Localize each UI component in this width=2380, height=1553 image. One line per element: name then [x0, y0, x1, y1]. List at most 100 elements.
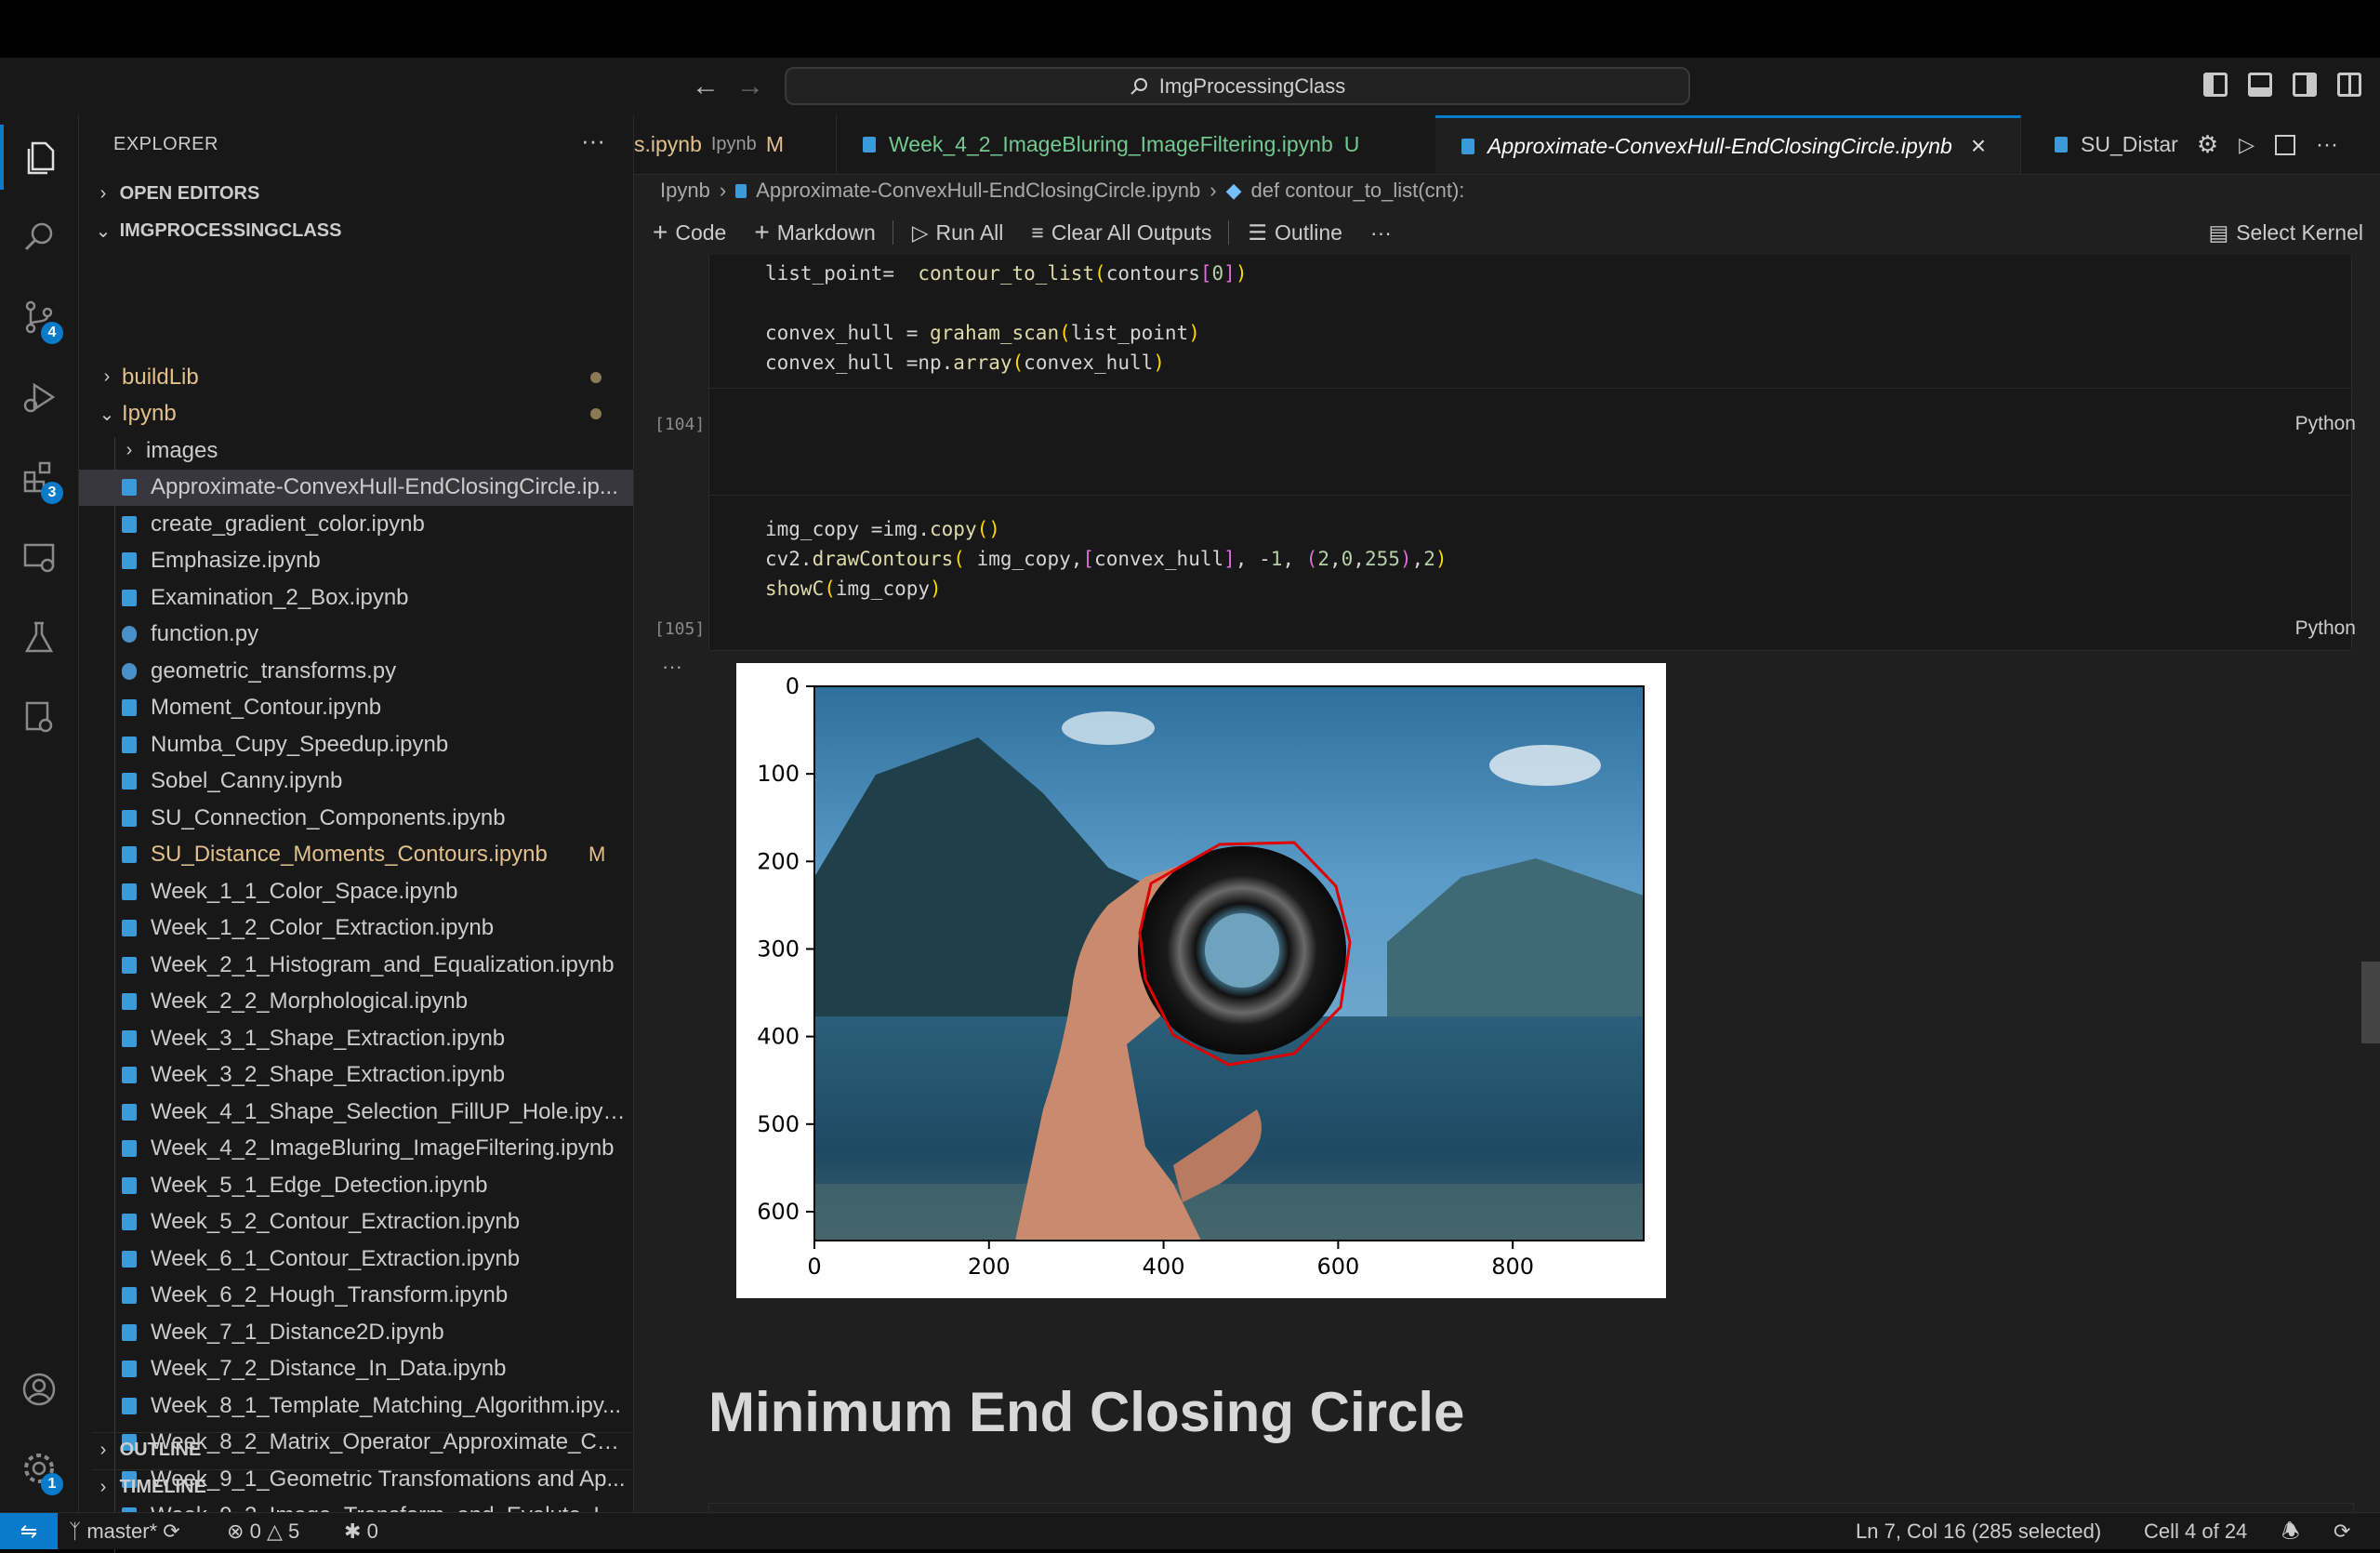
run-all-icon: ▷	[911, 219, 929, 245]
file-item[interactable]: geometric_transforms.py	[79, 653, 633, 690]
ports-indicator[interactable]: ✱ 0	[344, 1513, 378, 1549]
add-markdown-cell-button[interactable]: + Markdown	[754, 218, 875, 247]
file-item[interactable]: Approximate-ConvexHull-EndClosingCircle.…	[79, 469, 633, 506]
file-item[interactable]: Week_6_1_Contour_Extraction.ipynb	[79, 1241, 633, 1278]
file-item[interactable]: Week_7_2_Distance_In_Data.ipynb	[79, 1351, 633, 1388]
file-item[interactable]: Week_2_2_Morphological.ipynb	[79, 984, 633, 1021]
file-item[interactable]: Sobel_Canny.ipynb	[79, 763, 633, 801]
split-editor-icon[interactable]	[2275, 134, 2296, 155]
gear-icon[interactable]: ⚙	[2197, 130, 2218, 159]
remote-indicator-icon[interactable]: ⇋	[0, 1513, 58, 1549]
problems-indicator[interactable]: ⊗ 0 △ 5	[227, 1513, 299, 1549]
file-item[interactable]: Examination_2_Box.ipynb	[79, 579, 633, 617]
forward-arrow-icon[interactable]: →	[734, 71, 766, 102]
search-icon	[1130, 77, 1147, 95]
close-tab-icon[interactable]: ×	[1971, 131, 1986, 161]
file-item[interactable]: Week_2_1_Histogram_and_Equalization.ipyn…	[79, 947, 633, 984]
file-item[interactable]: Week_1_1_Color_Space.ipynb	[79, 873, 633, 910]
breadcrumb-folder[interactable]: Ipynb	[660, 179, 710, 203]
file-item[interactable]: function.py	[79, 617, 633, 654]
tab-untracked-badge: U	[1343, 132, 1360, 156]
file-item[interactable]: Week_3_2_Shape_Extraction.ipynb	[79, 1057, 633, 1095]
cursor-position[interactable]: Ln 7, Col 16 (285 selected)	[1856, 1513, 2101, 1549]
file-item[interactable]: SU_Connection_Components.ipynb	[79, 800, 633, 837]
tab-approximate-convexhull[interactable]: Approximate-ConvexHull-EndClosingCircle.…	[1435, 115, 2021, 174]
more-actions-icon[interactable]: ···	[581, 126, 605, 155]
folder-item[interactable]: › images	[79, 432, 633, 470]
file-item[interactable]: Week_5_1_Edge_Detection.ipynb	[79, 1167, 633, 1204]
outline-button[interactable]: ☰ Outline	[1248, 220, 1342, 246]
search-icon[interactable]	[0, 205, 78, 270]
more-actions-icon[interactable]: ···	[2316, 132, 2338, 158]
run-icon[interactable]: ▷	[2239, 133, 2254, 157]
select-kernel-button[interactable]: ▤ Select Kernel	[2208, 220, 2363, 246]
project-section[interactable]: ⌄ IMGPROCESSINGCLASS	[92, 214, 342, 247]
cell-language[interactable]: Python	[2295, 413, 2356, 435]
tab-su-distance-partial[interactable]: s.ipynb Ipynb M	[634, 115, 837, 174]
customize-layout-icon[interactable]	[2337, 73, 2361, 97]
folder-item[interactable]: ⌄ Ipynb	[79, 396, 633, 433]
cell-indicator[interactable]: Cell 4 of 24	[2144, 1513, 2247, 1549]
testing-flask-icon[interactable]	[0, 604, 78, 670]
folder-item[interactable]: › buildLib	[79, 359, 633, 396]
file-item[interactable]: Week_8_1_Template_Matching_Algorithm.ipy…	[79, 1387, 633, 1425]
timeline-section[interactable]: › TIMELINE	[92, 1469, 633, 1504]
outline-section[interactable]: › OUTLINE	[92, 1432, 633, 1467]
toggle-primary-sidebar-icon[interactable]	[2203, 73, 2228, 97]
code-editor[interactable]: list_point= contour_to_list(contours[0])…	[709, 255, 2351, 378]
feedback-icon[interactable]: ⟳	[2334, 1513, 2350, 1549]
breadcrumb-file[interactable]: Approximate-ConvexHull-EndClosingCircle.…	[756, 179, 1200, 203]
broadcast-icon: ✱	[344, 1520, 362, 1543]
more-actions-icon: ···	[1369, 219, 1392, 245]
file-item[interactable]: Week_3_1_Shape_Extraction.ipynb	[79, 1020, 633, 1057]
code-cell[interactable]: img_copy =img.copy() cv2.drawContours( i…	[708, 495, 2352, 651]
accounts-icon[interactable]	[0, 1357, 78, 1422]
code-editor[interactable]: img_copy =img.copy() cv2.drawContours( i…	[709, 496, 2351, 604]
breadcrumb-symbol[interactable]: def contour_to_list(cnt):	[1251, 179, 1465, 203]
cell-language[interactable]: Python	[2295, 617, 2356, 640]
file-item[interactable]: Week_5_2_Contour_Extraction.ipynb	[79, 1204, 633, 1241]
file-item[interactable]: Numba_Cupy_Speedup.ipynb	[79, 726, 633, 763]
file-item[interactable]: Week_4_1_Shape_Selection_FillUP_Hole.ipy…	[79, 1094, 633, 1131]
clear-outputs-icon: ≡	[1031, 219, 1044, 245]
file-item[interactable]: create_gradient_color.ipynb	[79, 506, 633, 543]
file-item[interactable]: Emphasize.ipynb	[79, 543, 633, 580]
file-item[interactable]: SU_Distance_Moments_Contours.ipynb M	[79, 837, 633, 874]
run-debug-icon[interactable]	[0, 365, 78, 430]
file-item[interactable]: Week_6_2_Hough_Transform.ipynb	[79, 1278, 633, 1315]
y-axis: 0 100 200 300 400 500 600	[757, 673, 814, 1225]
toggle-secondary-sidebar-icon[interactable]	[2293, 73, 2317, 97]
explorer-icon[interactable]	[0, 125, 78, 190]
open-editors-section[interactable]: › OPEN EDITORS	[92, 177, 260, 210]
remote-settings-icon[interactable]	[0, 684, 78, 750]
bell-icon[interactable]: 🕭︎	[2281, 1513, 2300, 1549]
file-name: Week_7_2_Distance_In_Data.ipynb	[151, 1356, 507, 1382]
manage-gear-icon[interactable]: 1	[0, 1436, 78, 1501]
file-name: function.py	[151, 621, 259, 647]
file-item[interactable]: Week_4_2_ImageBluring_ImageFiltering.ipy…	[79, 1131, 633, 1168]
back-arrow-icon[interactable]: ←	[690, 71, 721, 102]
branch-icon: ᛉ	[69, 1520, 82, 1543]
markdown-heading[interactable]: Minimum End Closing Circle	[708, 1380, 1464, 1444]
file-item[interactable]: Week_7_1_Distance2D.ipynb	[79, 1314, 633, 1351]
output-more-icon[interactable]: ···	[662, 655, 682, 679]
add-code-cell-button[interactable]: + Code	[653, 218, 726, 247]
toggle-panel-icon[interactable]	[2248, 73, 2272, 97]
scrollbar-thumb[interactable]	[2361, 962, 2380, 1043]
run-all-button[interactable]: ▷ Run All	[912, 220, 1004, 246]
extensions-icon[interactable]: 3	[0, 445, 78, 510]
command-center-label: ImgProcessingClass	[1158, 73, 1346, 98]
explorer-sidebar: EXPLORER ··· › OPEN EDITORS ⌄ IMGPROCESS…	[79, 115, 634, 1553]
clear-all-outputs-button[interactable]: ≡ Clear All Outputs	[1031, 220, 1211, 246]
remote-explorer-icon[interactable]	[0, 524, 78, 590]
command-center-search[interactable]: ImgProcessingClass	[785, 67, 1690, 105]
file-item[interactable]: Moment_Contour.ipynb	[79, 690, 633, 727]
status-bar: ⇋ ᛉ master* ⟳ ⊗ 0 △ 5 ✱ 0 Ln 7, Col 16 (…	[0, 1512, 2380, 1549]
file-item[interactable]: Week_1_2_Color_Extraction.ipynb	[79, 910, 633, 948]
tab-su-distar[interactable]: SU_Distar ⚙ ▷ ···	[2055, 115, 2380, 174]
source-control-icon[interactable]: 4	[0, 285, 78, 350]
warning-icon: △	[266, 1520, 283, 1543]
branch-indicator[interactable]: ᛉ master* ⟳	[69, 1513, 180, 1549]
notebook-file-icon	[735, 183, 747, 198]
more-toolbar-actions[interactable]: ···	[1370, 220, 1392, 246]
